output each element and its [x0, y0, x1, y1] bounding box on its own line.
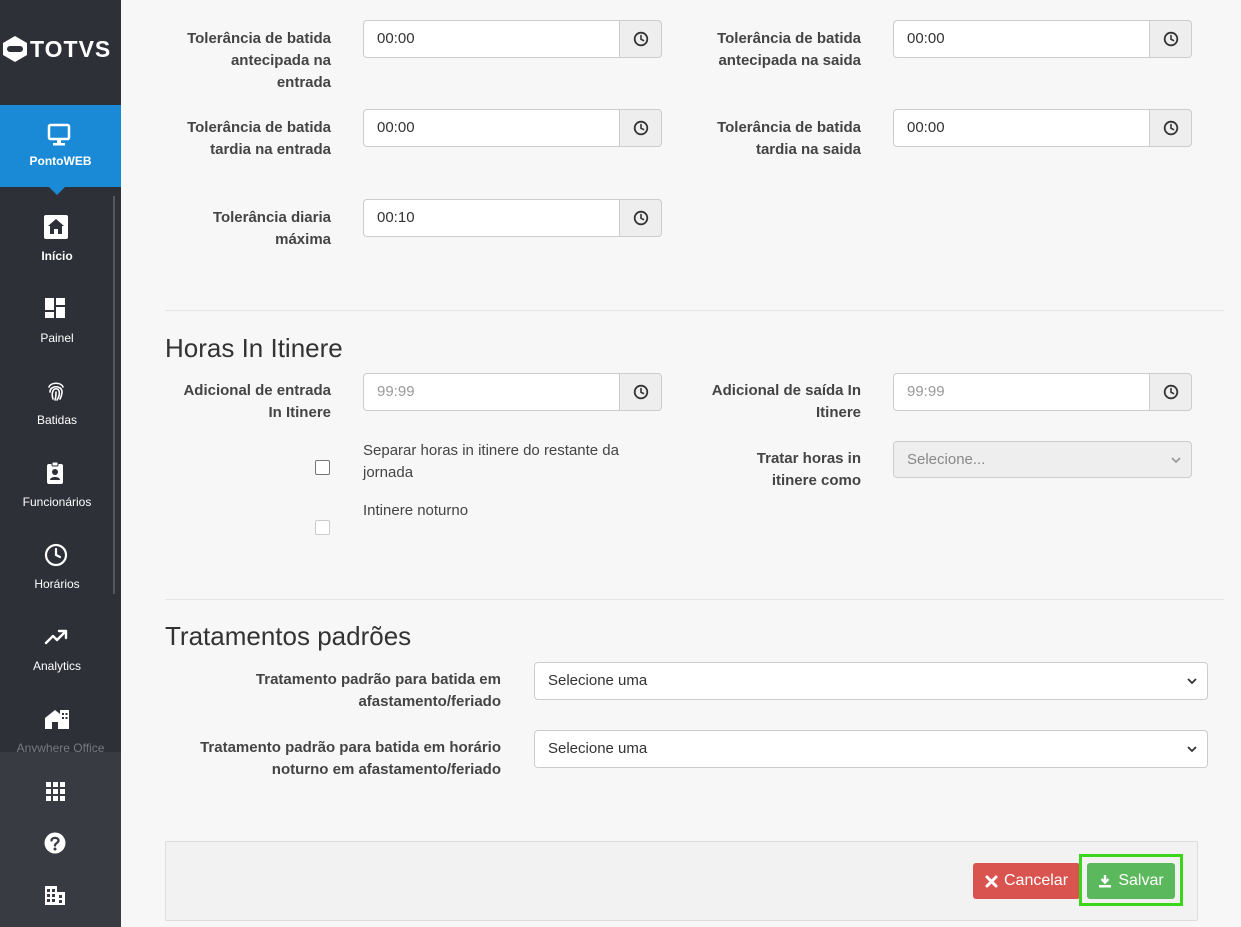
badge-icon — [47, 461, 63, 484]
sidebar-item-pontoweb[interactable]: PontoWEB — [0, 105, 121, 187]
tolerancia-tardia-saida-group: 00:00 — [893, 109, 1192, 147]
tolerancia-antecipada-saida-input[interactable]: 00:00 — [893, 20, 1149, 58]
home-office-icon — [45, 710, 69, 729]
clock-button[interactable] — [619, 20, 662, 58]
label-tolerancia-antecipada-saida: Tolerância de batida antecipada na saida — [717, 30, 861, 69]
clock-icon — [44, 543, 68, 567]
tolerancia-diaria-maxima-input[interactable]: 00:10 — [363, 199, 619, 237]
active-indicator — [48, 186, 66, 195]
tratar-horas-select[interactable]: Selecione... — [893, 441, 1192, 478]
clock-icon — [1163, 384, 1178, 400]
adicional-saida-input[interactable]: 99:99 — [893, 373, 1149, 411]
sidebar-item-inicio[interactable]: Início — [0, 196, 114, 278]
section-divider — [165, 310, 1224, 311]
chevron-down-icon — [1187, 746, 1197, 753]
adicional-entrada-input[interactable]: 99:99 — [363, 373, 619, 411]
help-icon[interactable] — [44, 832, 66, 854]
sidebar-item-batidas[interactable]: Batidas — [0, 360, 114, 442]
sidebar-item-painel[interactable]: Painel — [0, 278, 114, 360]
cancel-button-label: Cancelar — [1003, 872, 1069, 889]
tratamento-noturno-select-value: Selecione uma — [548, 740, 648, 757]
tolerancia-tardia-saida-input[interactable]: 00:00 — [893, 109, 1149, 147]
adicional-saida-group: 99:99 — [893, 373, 1192, 411]
clock-button[interactable] — [1149, 20, 1192, 58]
adicional-entrada-group: 99:99 — [363, 373, 662, 411]
tratamento-noturno-select[interactable]: Selecione uma — [534, 730, 1208, 768]
label-adicional-entrada: Adicional de entrada In Itinere — [183, 382, 331, 421]
tolerancia-tardia-entrada-input[interactable]: 00:00 — [363, 109, 619, 147]
label-tratamento-afastamento: Tratamento padrão para batida em afastam… — [255, 671, 501, 710]
sidebar-item-label: Painel — [40, 331, 74, 345]
section-title-in-itinere: Horas In Itinere — [165, 333, 343, 363]
clock-icon — [633, 384, 648, 400]
sidebar-item-anywhere-office[interactable]: Anywhere Office — [0, 688, 114, 755]
sidebar-item-label: Funcionários — [22, 495, 92, 509]
close-icon — [985, 875, 998, 887]
clock-icon — [633, 210, 648, 226]
separar-horas-label: Separar horas in itinere do restante da … — [363, 442, 619, 481]
sidebar-item-label: PontoWEB — [29, 154, 92, 168]
sidebar-item-label: Horários — [34, 577, 80, 591]
label-tolerancia-tardia-saida: Tolerância de batida tardia na saida — [717, 119, 861, 158]
clock-icon — [633, 120, 648, 136]
download-icon — [1099, 875, 1112, 888]
label-tratamento-noturno: Tratamento padrão para batida em horário… — [200, 739, 501, 778]
intinere-noturno-checkbox[interactable] — [315, 520, 330, 535]
tratar-horas-select-value: Selecione... — [907, 451, 986, 468]
totvs-logo-icon — [3, 36, 27, 62]
totvs-logo[interactable]: TOTVS — [0, 0, 121, 105]
label-tolerancia-diaria-maxima: Tolerância diaria máxima — [212, 209, 331, 248]
tolerancia-diaria-maxima-group: 00:10 — [363, 199, 662, 237]
dashboard-icon — [45, 298, 65, 318]
monitor-icon — [47, 123, 71, 146]
label-tolerancia-tardia-entrada: Tolerância de batida tardia na entrada — [187, 119, 331, 158]
sidebar-bottom-bar — [0, 752, 121, 927]
home-icon — [44, 215, 68, 239]
label-tolerancia-antecipada-entrada: Tolerância de batida antecipada na entra… — [187, 30, 331, 91]
tratamento-afastamento-select[interactable]: Selecione uma — [534, 662, 1208, 700]
save-button[interactable]: Salvar — [1087, 863, 1175, 899]
clock-button[interactable] — [1149, 373, 1192, 411]
label-adicional-saida: Adicional de saída In Itinere — [711, 382, 861, 421]
tolerancia-antecipada-entrada-input[interactable]: 00:00 — [363, 20, 619, 58]
sidebar-item-funcionarios[interactable]: Funcionários — [0, 442, 114, 524]
fingerprint-icon — [48, 382, 64, 401]
logo-text: TOTVS — [30, 36, 112, 62]
clock-icon — [1163, 120, 1178, 136]
section-divider — [165, 599, 1224, 600]
clock-icon — [633, 31, 648, 47]
intinere-noturno-label: Intinere noturno — [363, 502, 469, 519]
tolerancia-tardia-entrada-group: 00:00 — [363, 109, 662, 147]
label-tratar-horas: Tratar horas in itinere como — [756, 450, 861, 489]
clock-button[interactable] — [1149, 109, 1192, 147]
main-content: Tolerância de batida antecipada na entra… — [121, 0, 1241, 927]
tolerancia-antecipada-saida-group: 00:00 — [893, 20, 1192, 58]
clock-button[interactable] — [619, 373, 662, 411]
chevron-down-icon — [1187, 678, 1197, 685]
save-button-label: Salvar — [1118, 872, 1164, 889]
sidebar-item-label: Início — [41, 249, 73, 263]
clock-button[interactable] — [619, 109, 662, 147]
chevron-down-icon — [1171, 457, 1181, 464]
clock-button[interactable] — [619, 199, 662, 237]
separar-horas-checkbox[interactable] — [315, 460, 330, 475]
sidebar-item-label: Analytics — [32, 659, 82, 673]
app-window: TOTVS PontoWEB Início Painel Batidas Fun… — [0, 0, 1241, 927]
section-title-tratamentos: Tratamentos padrões — [165, 621, 412, 651]
building-icon[interactable] — [44, 884, 66, 906]
sidebar-item-analytics[interactable]: Analytics — [0, 606, 114, 688]
tratamento-afastamento-select-value: Selecione uma — [548, 672, 648, 689]
apps-grid-icon[interactable] — [44, 780, 66, 802]
sidebar-item-label: Batidas — [36, 413, 78, 427]
clock-icon — [1163, 31, 1178, 47]
tolerancia-antecipada-entrada-group: 00:00 — [363, 20, 662, 58]
sidebar-item-horarios[interactable]: Horários — [0, 524, 114, 606]
sidebar: TOTVS PontoWEB Início Painel Batidas Fun… — [0, 0, 121, 927]
cancel-button[interactable]: Cancelar — [973, 863, 1080, 899]
trend-icon — [44, 629, 68, 645]
